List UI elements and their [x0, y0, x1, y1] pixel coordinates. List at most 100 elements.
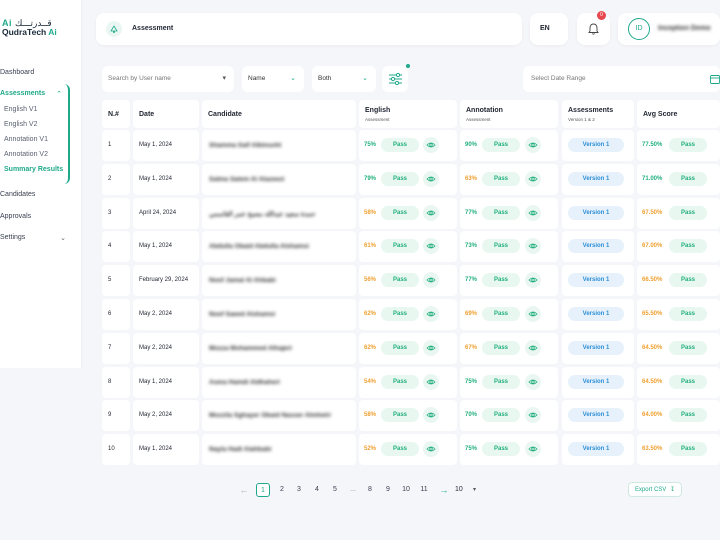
version-badge[interactable]: Version 1 — [568, 205, 624, 220]
table-row[interactable]: 7 May 2, 2024 Mozza Mohammed Alhajeri 62% Pa… — [102, 332, 720, 364]
annotation-status-badge: Pass — [482, 340, 520, 355]
cell-avg-score: 64.50% Pass — [637, 366, 720, 398]
view-english-eye-icon[interactable] — [423, 272, 439, 289]
sidebar-item-candidates[interactable]: Candidates — [0, 191, 35, 198]
view-annotation-eye-icon[interactable] — [525, 373, 541, 390]
table-row[interactable]: 10 May 1, 2024 Nayla Hadi Alahbabi 52% Pass 7… — [102, 434, 720, 466]
page-button[interactable]: 2 — [275, 483, 289, 497]
view-english-eye-icon[interactable] — [423, 339, 439, 356]
page-button[interactable]: 1 — [256, 483, 270, 497]
chevron-up-icon[interactable]: ⌃ — [56, 90, 62, 98]
language-select[interactable]: EN ⌄ — [530, 13, 568, 45]
version-badge[interactable]: Version 1 — [568, 307, 624, 321]
date-placeholder: Select Date Range — [531, 75, 586, 82]
version-badge[interactable]: Version 1 — [568, 442, 624, 457]
view-annotation-eye-icon[interactable] — [525, 170, 541, 187]
annotation-score: 77% — [465, 277, 478, 284]
sidebar-item-assessments[interactable]: Assessments ⌃ English V1 English V2 Anno… — [0, 84, 70, 184]
view-annotation-eye-icon[interactable] — [525, 441, 541, 458]
view-english-eye-icon[interactable] — [423, 170, 439, 187]
date-range-input[interactable]: Select Date Range — [523, 66, 720, 92]
view-annotation-eye-icon[interactable] — [525, 137, 541, 153]
english-score: 56% — [364, 277, 377, 284]
page-button[interactable]: 4 — [310, 483, 324, 497]
sidebar-subitem-english-v2[interactable]: English V2 — [4, 121, 37, 128]
next-page-arrow-icon[interactable]: → — [438, 483, 450, 497]
view-annotation-eye-icon[interactable] — [525, 339, 541, 356]
page-button[interactable]: 5 — [328, 483, 342, 497]
cell-candidate: Shamma Saif Albinuohi — [202, 130, 356, 161]
page-button[interactable]: 8 — [363, 483, 377, 497]
page-button[interactable]: 11 — [417, 483, 431, 497]
sidebar-subitem-summary-results[interactable]: Summary Results — [4, 166, 63, 173]
table-row[interactable]: 9 May 2, 2024 Mozzila Sghayer Obaid Nasser… — [102, 400, 720, 432]
view-annotation-eye-icon[interactable] — [525, 306, 541, 322]
cell-english: 52% Pass — [359, 434, 457, 466]
table-row[interactable]: 1 May 1, 2024 Shamma Saif Albinuohi 75% Pass… — [102, 130, 720, 161]
sidebar-item-settings[interactable]: Settings ⌄ — [0, 234, 66, 242]
annotation-score: 75% — [465, 378, 478, 385]
version-badge[interactable]: Version 1 — [568, 340, 624, 355]
search-user-select[interactable]: Search by User name ▾ — [102, 66, 234, 92]
view-annotation-eye-icon[interactable] — [525, 272, 541, 289]
table-row[interactable]: 6 May 2, 2024 Noof Saeed Alshamsi 62% Pass 69… — [102, 299, 720, 330]
page-button[interactable]: 9 — [381, 483, 395, 497]
table-row[interactable]: 3 April 24, 2024 حمدة سعيد عبدالله مصبح عم… — [102, 197, 720, 229]
pagination-ellipsis: ... — [350, 486, 356, 493]
sliders-icon — [389, 73, 402, 85]
view-english-eye-icon[interactable] — [423, 137, 439, 153]
cell-num: 9 — [102, 400, 130, 432]
version-badge[interactable]: Version 1 — [568, 171, 624, 186]
view-annotation-eye-icon[interactable] — [525, 238, 541, 255]
version-badge[interactable]: Version 1 — [568, 374, 624, 389]
view-english-eye-icon[interactable] — [423, 407, 439, 424]
table-row[interactable]: 4 May 1, 2024 Abdulla Obaid Abdulla Alsham… — [102, 231, 720, 263]
per-page-select[interactable]: 10 ▾ — [455, 483, 485, 497]
notification-button[interactable]: 0 — [577, 11, 610, 45]
avg-status-badge: Pass — [669, 138, 707, 152]
sidebar-subitem-annotation-v1[interactable]: Annotation V1 — [4, 136, 48, 143]
version-badge[interactable]: Version 1 — [568, 239, 624, 254]
view-annotation-eye-icon[interactable] — [525, 204, 541, 221]
annotation-score: 67% — [465, 344, 478, 351]
col-header-avg-score: Avg Score — [637, 100, 720, 128]
prev-page-arrow-icon[interactable]: ← — [238, 483, 250, 497]
cell-english: 54% Pass — [359, 366, 457, 398]
version-badge[interactable]: Version 1 — [568, 408, 624, 423]
english-score: 75% — [364, 142, 377, 148]
type-select[interactable]: Both ⌄ — [312, 66, 376, 92]
view-english-eye-icon[interactable] — [423, 373, 439, 390]
page-button[interactable]: 10 — [399, 483, 413, 497]
avg-status-badge: Pass — [669, 205, 707, 220]
sidebar-item-dashboard[interactable]: Dashboard — [0, 69, 34, 76]
view-english-eye-icon[interactable] — [423, 204, 439, 221]
page-button[interactable]: 3 — [292, 483, 306, 497]
annotation-status-badge: Pass — [482, 408, 520, 423]
table-row[interactable]: 2 May 1, 2024 Salma Salem Al Alazeezi 79% Pa… — [102, 163, 720, 195]
view-english-eye-icon[interactable] — [423, 306, 439, 322]
english-score: 52% — [364, 446, 377, 453]
sidebar-subitem-english-v1[interactable]: English V1 — [4, 106, 37, 113]
row-number: 9 — [108, 412, 112, 419]
view-english-eye-icon[interactable] — [423, 441, 439, 458]
sidebar-item-approvals[interactable]: Approvals — [0, 213, 31, 220]
cell-english: 62% Pass — [359, 332, 457, 364]
cell-date: May 1, 2024 — [133, 434, 199, 466]
avg-status-badge: Pass — [669, 239, 707, 254]
cell-avg-score: 64.00% Pass — [637, 400, 720, 432]
view-english-eye-icon[interactable] — [423, 238, 439, 255]
sidebar-item-label: Settings — [0, 234, 26, 241]
cell-assessments: Version 1 — [562, 366, 634, 398]
export-label: Export CSV — [634, 487, 667, 493]
cell-annotation: 63% Pass — [460, 163, 558, 195]
version-badge[interactable]: Version 1 — [568, 138, 624, 152]
sort-select[interactable]: Name ⌄ — [242, 66, 304, 92]
table-row[interactable]: 8 May 1, 2024 Asma Hamdi Aldhaheri 54% Pass 7… — [102, 366, 720, 398]
table-row[interactable]: 5 February 29, 2024 Noof Jamal Al Ahbabi 56… — [102, 265, 720, 297]
view-annotation-eye-icon[interactable] — [525, 407, 541, 424]
filter-toggle-button[interactable] — [382, 64, 410, 92]
version-badge[interactable]: Version 1 — [568, 273, 624, 288]
sidebar-subitem-annotation-v2[interactable]: Annotation V2 — [4, 151, 48, 158]
export-csv-button[interactable]: Export CSV ↧ — [628, 482, 682, 497]
user-menu[interactable]: ID Inception Demo — [618, 13, 720, 45]
